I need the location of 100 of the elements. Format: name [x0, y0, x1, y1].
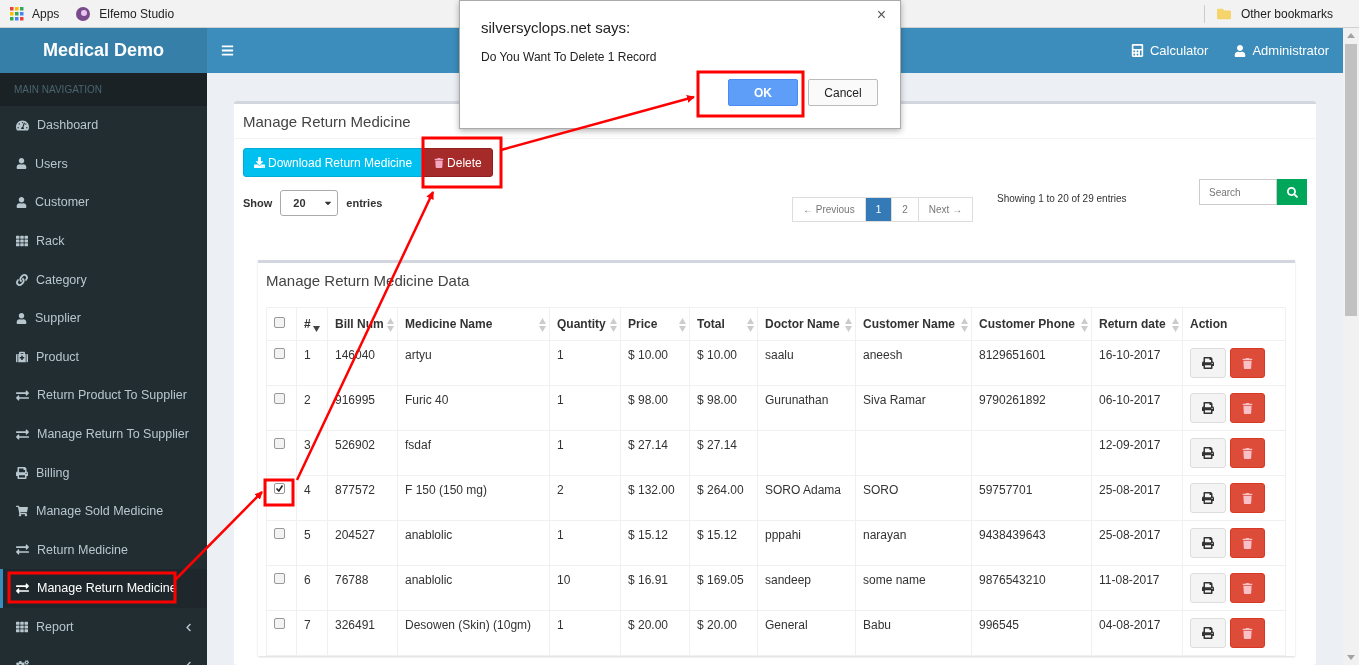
grid-icon [16, 235, 28, 248]
print-button[interactable] [1190, 438, 1226, 468]
sort-icon[interactable] [679, 318, 686, 332]
user-icon [16, 312, 27, 324]
sort-icon[interactable] [610, 318, 617, 332]
row-checkbox[interactable] [274, 438, 285, 449]
sidebar-item[interactable]: Dashboard [0, 106, 207, 145]
column-header[interactable]: Price [628, 317, 658, 331]
sidebar-item[interactable]: Manage Return To Supplier [0, 414, 207, 454]
exchange-icon [16, 581, 29, 595]
print-button[interactable] [1190, 348, 1226, 378]
printer-icon [1202, 447, 1214, 459]
sort-icon[interactable] [845, 318, 852, 332]
print-button[interactable] [1190, 393, 1226, 423]
page-link[interactable]: 1 [864, 197, 893, 222]
print-button[interactable] [1190, 483, 1226, 513]
sidebar-item[interactable]: Report [0, 607, 207, 647]
row-checkbox[interactable] [274, 483, 285, 494]
table-cell: 6 [304, 573, 311, 587]
table-cell: 9790261892 [979, 393, 1046, 407]
table-cell: 1 [557, 618, 564, 632]
apps-grid-icon[interactable] [10, 6, 24, 21]
table-cell: 06-10-2017 [1099, 393, 1161, 407]
sidebar-item[interactable]: Rack [0, 221, 207, 261]
dialog-title: silversyclops.net says: [481, 19, 632, 36]
sidebar-item[interactable]: Supplier [0, 298, 207, 338]
table-cell: 326491 [335, 618, 376, 632]
table-cell: 1 [304, 348, 311, 362]
row-checkbox[interactable] [274, 348, 285, 359]
sidebar-item[interactable]: Return Product To Supplier [0, 376, 207, 415]
sort-icon[interactable] [1172, 318, 1179, 332]
sidebar-item[interactable]: Users [0, 144, 207, 184]
dashboard-icon [16, 118, 29, 132]
table-cell: 9438439643 [979, 528, 1046, 542]
brand-logo[interactable]: Medical Demo [0, 28, 207, 73]
sidebar-item[interactable]: Return Medicine [0, 530, 207, 570]
user-icon [16, 197, 27, 208]
medkit-icon [16, 350, 28, 363]
table-cell: 2 [557, 483, 564, 497]
column-header[interactable]: Total [697, 317, 725, 331]
cart-icon [16, 505, 28, 518]
printer-icon [1202, 357, 1214, 369]
printer-icon [1202, 627, 1214, 639]
table-cell: Gurunathan [765, 393, 829, 407]
page-link[interactable]: ← Previous [792, 197, 866, 222]
table-cell: 1 [557, 393, 564, 407]
select-all-checkbox[interactable] [274, 317, 285, 328]
sort-icon[interactable] [747, 318, 754, 332]
navbar-link[interactable]: Administrator [1252, 43, 1329, 58]
sidebar-item[interactable]: Product [0, 337, 207, 377]
delete-button[interactable]: Delete [423, 148, 493, 177]
table-cell: 16-10-2017 [1099, 348, 1161, 362]
printer-icon [16, 466, 28, 479]
table-cell: 5 [304, 528, 311, 542]
page-link[interactable]: Next → [917, 197, 974, 222]
print-button[interactable] [1190, 618, 1226, 648]
calculator-icon[interactable] [1130, 44, 1144, 57]
sidebar-item[interactable]: Manage Sold Medicine [0, 491, 207, 531]
user-icon[interactable] [1234, 44, 1247, 57]
table-cell: $ 10.00 [628, 348, 669, 362]
print-button[interactable] [1190, 573, 1226, 603]
exchange-icon [16, 427, 29, 441]
site-favicon-icon[interactable] [75, 5, 92, 22]
sidebar-item[interactable]: Billing [0, 453, 207, 492]
table-cell: 1 [557, 348, 564, 362]
table-cell: F 150 (150 mg) [405, 483, 488, 497]
sort-icon[interactable] [387, 318, 394, 332]
sort-icon[interactable] [961, 318, 968, 332]
table-cell: 10 [557, 573, 571, 587]
column-header[interactable]: Action [1190, 317, 1228, 331]
row-checkbox[interactable] [274, 528, 285, 539]
page-link[interactable]: 2 [891, 197, 919, 222]
table-cell: $ 27.14 [697, 438, 738, 452]
table-cell: anablolic [405, 528, 453, 542]
search-button[interactable] [1277, 179, 1307, 205]
close-button[interactable]: × [870, 5, 892, 25]
table-cell: narayan [863, 528, 907, 542]
column-header[interactable]: # [304, 317, 311, 331]
sidebar-item[interactable]: Category [0, 260, 207, 299]
bookmark-link[interactable]: Elfemo Studio [99, 6, 175, 21]
row-checkbox[interactable] [274, 393, 285, 404]
table-cell: $ 169.05 [697, 573, 744, 587]
table-cell: 04-08-2017 [1099, 618, 1161, 632]
menu-icon[interactable] [221, 44, 234, 57]
navbar-link[interactable]: Calculator [1149, 43, 1209, 58]
sidebar-item[interactable]: Customer [0, 183, 207, 222]
row-checkbox[interactable] [274, 573, 285, 584]
sort-icon[interactable] [539, 318, 546, 332]
table-cell: anablolic [405, 573, 453, 587]
cancel-button[interactable]: Cancel [808, 79, 878, 106]
bookmark-link[interactable]: Other bookmarks [1240, 6, 1333, 21]
trash-icon [1242, 357, 1253, 369]
row-checkbox[interactable] [274, 618, 285, 629]
entries-select[interactable]: 20 [280, 190, 339, 216]
table-cell: $ 15.12 [697, 528, 738, 542]
sort-icon[interactable] [1081, 318, 1088, 332]
print-button[interactable] [1190, 528, 1226, 558]
search-field[interactable]: Search [1199, 179, 1277, 205]
printer-icon [1202, 492, 1214, 504]
bookmark-link[interactable]: Apps [32, 6, 60, 21]
